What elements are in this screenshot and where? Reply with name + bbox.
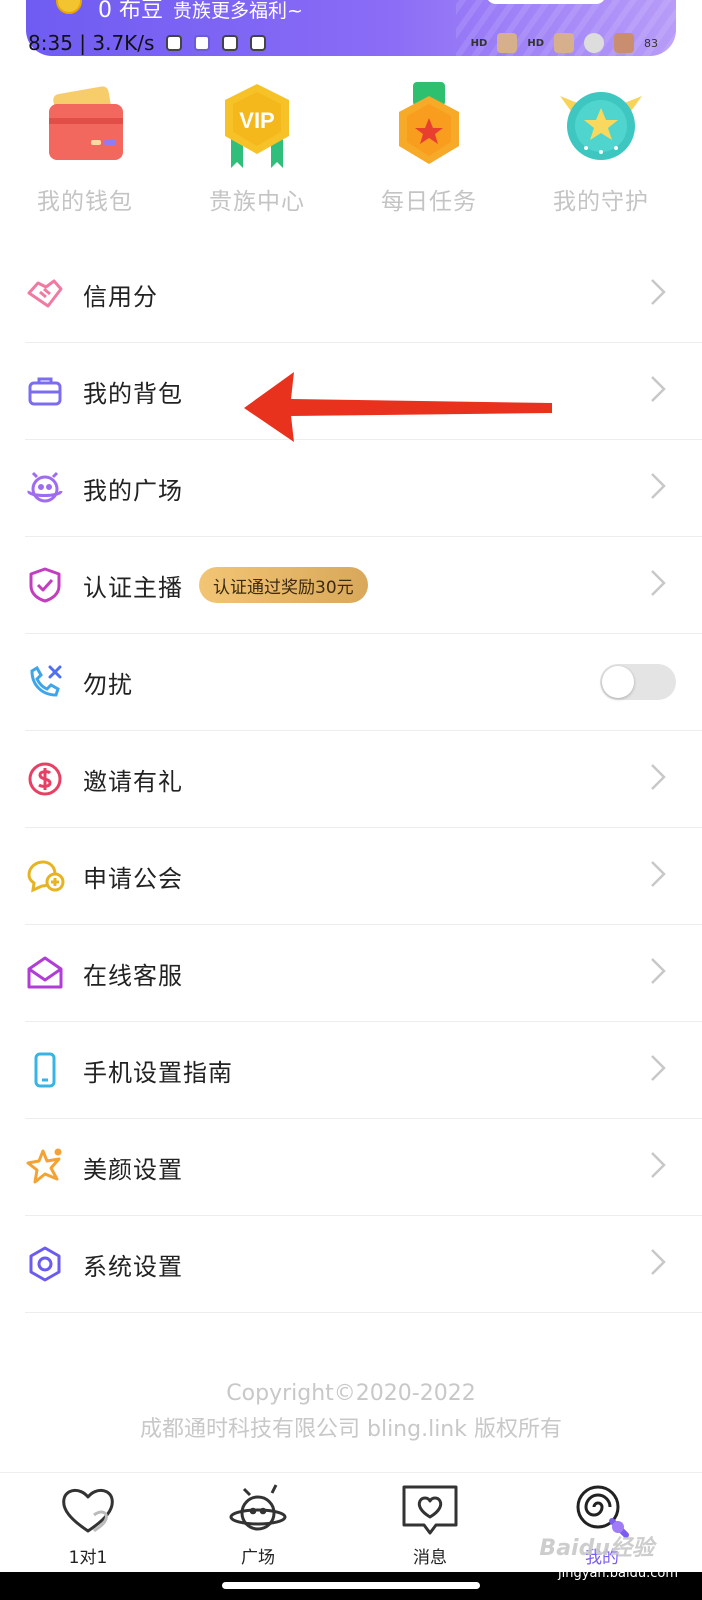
task-medal-icon — [389, 82, 469, 172]
tab-label: 消息 — [413, 1548, 447, 1568]
chevron-right-icon — [650, 569, 666, 601]
reward-badge: 认证通过奖励30元 — [199, 567, 368, 603]
guard-badge-icon — [560, 82, 642, 172]
menu-item-label: 在线客服 — [83, 961, 183, 990]
watermark-brand: Baidu经验 — [539, 1536, 654, 1561]
menu-item-invite[interactable]: 邀请有礼 — [25, 731, 702, 828]
settings-hex-icon — [25, 1244, 65, 1284]
briefcase-icon — [25, 371, 65, 411]
quick-entry-task[interactable]: 每日任务 — [344, 82, 514, 216]
quick-entry-label: 每日任务 — [381, 189, 477, 215]
status-speed: 3.7K/s — [92, 31, 155, 55]
menu-item-square[interactable]: 我的广场 — [25, 440, 702, 537]
annotation-arrow — [244, 372, 554, 446]
message-heart-icon — [400, 1481, 460, 1541]
menu-item-label: 认证主播 — [83, 573, 183, 602]
chevron-right-icon — [650, 472, 666, 504]
status-bar: 8:35 | 3.7K/s HD HD 83 — [28, 30, 658, 56]
signal-icon — [497, 33, 518, 53]
quick-entries: 我的钱包 VIP 贵族中心 每日任务 我的守护 — [0, 82, 702, 222]
hd-label: HD — [527, 37, 544, 49]
dollar-circle-icon — [25, 759, 65, 799]
planet-icon — [228, 1481, 288, 1541]
menu-item-label: 勿扰 — [83, 670, 133, 699]
shield-check-icon — [25, 565, 65, 605]
banner-button[interactable] — [486, 0, 606, 4]
chevron-right-icon — [650, 1248, 666, 1280]
chevron-right-icon — [650, 1054, 666, 1086]
menu-item-online-service[interactable]: 在线客服 — [25, 925, 702, 1022]
chevron-right-icon — [650, 1151, 666, 1183]
hd-label: HD — [470, 37, 488, 49]
chevron-right-icon — [650, 860, 666, 892]
chat-plus-icon — [25, 856, 65, 896]
notification-icon — [222, 35, 239, 51]
sparkle-icon — [25, 1147, 65, 1187]
phone-block-icon — [25, 662, 65, 702]
quick-entry-guard[interactable]: 我的守护 — [516, 82, 686, 216]
battery-level: 83 — [644, 36, 658, 50]
menu-item-credit[interactable]: 信用分 — [25, 246, 702, 343]
tab-square[interactable]: 广场 — [198, 1481, 318, 1568]
quick-entry-wallet[interactable]: 我的钱包 — [0, 82, 170, 216]
quick-entry-label: 我的守护 — [553, 189, 649, 215]
heart-icon — [58, 1481, 118, 1541]
chevron-right-icon — [650, 375, 666, 407]
menu-item-system-settings[interactable]: 系统设置 — [25, 1216, 702, 1313]
notification-icon — [250, 35, 267, 51]
planet-face-icon — [25, 468, 65, 508]
menu-item-label: 邀请有礼 — [83, 767, 183, 796]
menu-item-label: 美颜设置 — [83, 1155, 183, 1184]
status-right: HD HD 83 — [471, 33, 658, 53]
menu-item-verify-anchor[interactable]: 认证主播 认证通过奖励30元 — [25, 537, 702, 634]
quick-entry-label: 贵族中心 — [209, 189, 305, 215]
quick-entry-label: 我的钱包 — [37, 189, 133, 215]
banner-text: 0 布豆 贵族更多福利~ — [98, 0, 303, 24]
menu-item-do-not-disturb: 勿扰 — [25, 634, 702, 731]
battery-icon — [614, 33, 634, 53]
phone-icon — [25, 1050, 65, 1090]
menu-item-label: 信用分 — [83, 282, 158, 311]
vip-medal-icon: VIP — [217, 82, 297, 172]
chevron-right-icon — [650, 278, 666, 310]
tab-one-on-one[interactable]: 1对1 — [28, 1481, 148, 1568]
chevron-right-icon — [650, 957, 666, 989]
menu-item-label: 我的背包 — [83, 379, 183, 408]
toggle-knob — [602, 666, 634, 698]
signal-icon — [554, 33, 574, 53]
handshake-icon — [25, 274, 65, 314]
menu-item-apply-guild[interactable]: 申请公会 — [25, 828, 702, 925]
chevron-right-icon — [650, 763, 666, 795]
notification-icon — [166, 35, 183, 51]
banner-coins: 0 布豆 — [98, 0, 163, 23]
menu-item-label: 系统设置 — [83, 1252, 183, 1281]
tab-label: 广场 — [241, 1548, 275, 1568]
copyright-line2: 成都通时科技有限公司 bling.link 版权所有 — [140, 1417, 562, 1442]
tab-messages[interactable]: 消息 — [370, 1481, 490, 1568]
do-not-disturb-toggle[interactable] — [600, 664, 676, 700]
home-indicator[interactable] — [222, 1582, 480, 1589]
quick-entry-vip[interactable]: VIP 贵族中心 — [172, 82, 342, 216]
wallet-icon — [45, 82, 125, 172]
banner-promo: 贵族更多福利~ — [173, 0, 303, 22]
mail-open-icon — [25, 953, 65, 993]
menu-item-label: 我的广场 — [83, 476, 183, 505]
status-time: 8:35 — [28, 31, 73, 55]
copyright-line1: Copyright©2020-2022 — [226, 1381, 476, 1406]
watermark-url: jingyan.baidu.com — [558, 1566, 678, 1581]
tab-label: 1对1 — [68, 1548, 108, 1568]
copyright: Copyright©2020-2022 成都通时科技有限公司 bling.lin… — [0, 1376, 702, 1448]
svg-text:VIP: VIP — [239, 108, 274, 133]
notification-icon — [194, 35, 211, 51]
notification-icons — [166, 35, 267, 51]
menu-item-beauty-settings[interactable]: 美颜设置 — [25, 1119, 702, 1216]
wifi-icon — [584, 33, 604, 53]
status-separator: | — [72, 31, 93, 55]
menu-item-label: 手机设置指南 — [83, 1058, 233, 1087]
menu-item-phone-guide[interactable]: 手机设置指南 — [25, 1022, 702, 1119]
menu-item-label: 申请公会 — [83, 864, 183, 893]
coin-icon — [56, 0, 82, 14]
